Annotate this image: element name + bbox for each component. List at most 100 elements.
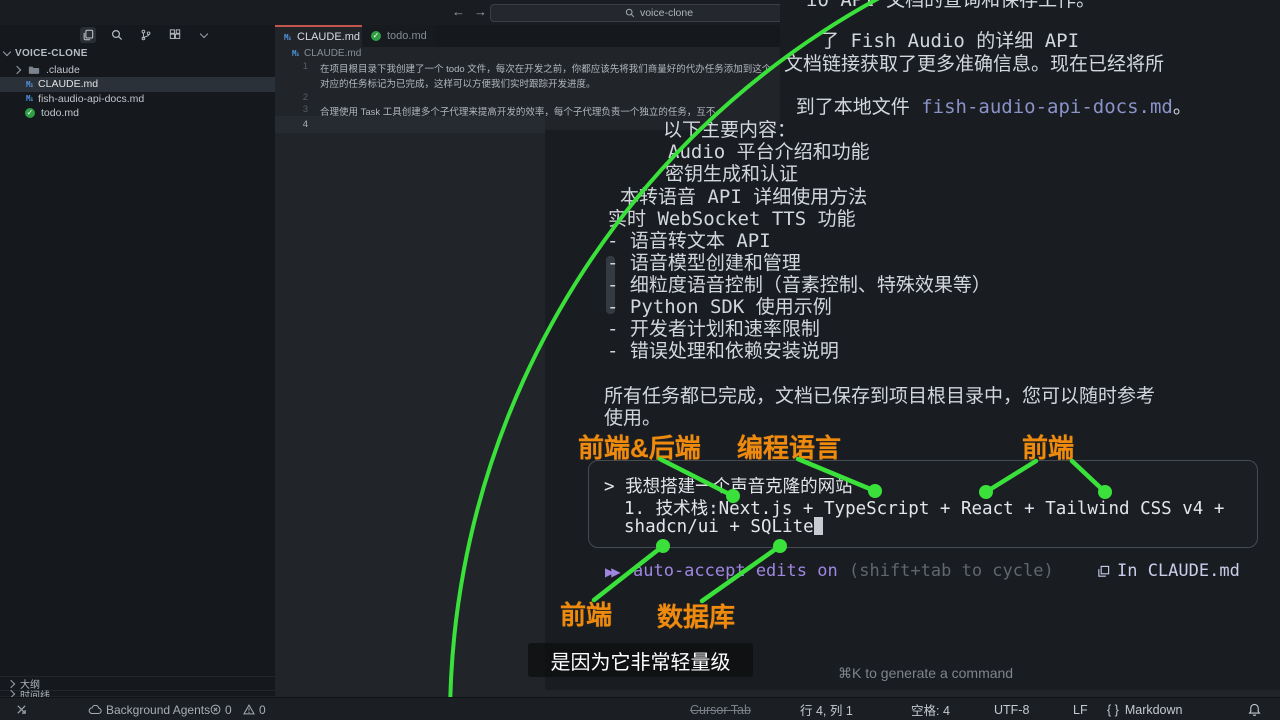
encoding-setting[interactable]: UTF-8: [994, 703, 1029, 717]
chevron-down-icon[interactable]: [196, 27, 212, 43]
project-name: VOICE-CLONE: [15, 48, 88, 59]
language-mode[interactable]: { } Markdown: [1107, 703, 1183, 717]
annotation-database: 数据库: [657, 597, 735, 634]
subtitle-text: 是因为它非常轻量级: [551, 646, 731, 675]
chat-line: - 细粒度语音控制（音素控制、特殊效果等）: [607, 275, 991, 296]
line-number: 4: [278, 119, 308, 130]
chevron-right-icon: [7, 679, 15, 687]
cursor-tab-toggle[interactable]: Cursor Tab: [690, 703, 751, 717]
chat-line: - 错误处理和依赖安装说明: [607, 341, 839, 362]
sidebar-item-claude-folder[interactable]: .claude: [0, 63, 275, 78]
sidebar-item-fish-audio-api-docs[interactable]: M↓ fish-audio-api-docs.md: [0, 92, 275, 107]
chat-line: 所有任务都已完成，文档已保存到项目根目录中，您可以随时参考: [604, 386, 1155, 407]
current-line-highlight: [275, 116, 545, 133]
chat-line: 实时 WebSocket TTS 功能: [608, 209, 856, 230]
sidebar-header-icons: [80, 27, 212, 43]
search-value: voice-clone: [640, 7, 693, 19]
file-label: CLAUDE.md: [38, 78, 98, 90]
markdown-file-icon: M↓: [26, 94, 33, 103]
tab-todo-md[interactable]: ✓ todo.md: [362, 25, 436, 47]
forward-arrow-icon[interactable]: →: [474, 4, 487, 19]
chat-line-file: 到了本地文件 fish-audio-api-docs.md。: [750, 76, 1192, 139]
context-indicator: In CLAUDE.md: [1097, 561, 1240, 581]
tab-label: todo.md: [387, 30, 427, 42]
chat-line: - 语音转文本 API: [607, 231, 771, 252]
folder-icon: [28, 65, 40, 75]
text-cursor: [814, 517, 823, 535]
indentation-setting[interactable]: 空格: 4: [911, 700, 950, 719]
chat-line: io API 文档的查询和保存工作。: [806, 0, 1095, 11]
eol-setting[interactable]: LF: [1073, 703, 1088, 717]
background-agents-item[interactable]: Background Agents: [88, 703, 210, 717]
command-search-box[interactable]: voice-clone: [490, 4, 828, 22]
chat-input-line-3[interactable]: shadcn/ui + SQLite: [624, 517, 823, 537]
chat-line: Audio 平台介绍和功能: [668, 142, 870, 163]
background-agents-label: Background Agents: [106, 703, 210, 717]
file-label: fish-audio-api-docs.md: [38, 93, 144, 105]
markdown-file-icon: M↓: [284, 33, 291, 42]
file-line-suffix: 。: [1173, 96, 1192, 118]
chat-line: - 开发者计划和速率限制: [607, 319, 820, 340]
copy-squares-icon: [1097, 565, 1110, 578]
file-line-prefix: 到了本地文件: [796, 96, 921, 118]
explorer-sidebar: [0, 25, 275, 696]
editor-line-3[interactable]: 合理使用 Task 工具创建多个子代理来提高开发的效率，每个子代理负责一个独立的…: [320, 104, 715, 118]
annotation-programming-language: 编程语言: [737, 428, 841, 465]
annotation-frontend-top: 前端: [1022, 428, 1074, 465]
editor-line-1[interactable]: 在项目根目录下我创建了一个 todo 文件，每次在开发之前，你都应该先将我们商量…: [320, 61, 771, 75]
chat-line: 以下主要内容：: [663, 120, 796, 141]
breadcrumb[interactable]: M↓ CLAUDE.md: [292, 48, 361, 59]
chat-line: - Python SDK 使用示例: [607, 297, 832, 318]
markdown-file-icon: M↓: [26, 80, 33, 89]
warning-count-value: 0: [259, 703, 266, 717]
auto-accept-mode[interactable]: auto-accept edits on: [633, 561, 838, 581]
bell-icon[interactable]: [1248, 703, 1261, 717]
editor-line-1-wrap[interactable]: 对应的任务标记为已完成，这样可以方便我们实时跟踪开发进度。: [320, 76, 596, 90]
remote-window-icon[interactable]: [16, 704, 27, 715]
file-label: todo.md: [41, 107, 79, 119]
braces-icon: { }: [1107, 703, 1119, 717]
markdown-file-icon: M↓: [292, 49, 299, 58]
sidebar-item-claude-md[interactable]: M↓ CLAUDE.md: [0, 77, 275, 92]
search-icon[interactable]: [109, 27, 125, 43]
copy-pages-icon[interactable]: [80, 27, 96, 43]
project-root-row[interactable]: VOICE-CLONE: [4, 48, 88, 59]
extensions-icon[interactable]: [167, 27, 183, 43]
auto-accept-hint: (shift+tab to cycle): [849, 561, 1054, 581]
app-window: ← → voice-clone VOICE-CLONE: [0, 0, 1280, 720]
search-icon: [625, 8, 635, 18]
breadcrumb-label: CLAUDE.md: [304, 48, 361, 59]
error-count[interactable]: 0: [210, 703, 232, 717]
check-circle-icon: ✓: [25, 108, 35, 118]
git-branch-icon[interactable]: [138, 27, 154, 43]
context-label: In CLAUDE.md: [1117, 561, 1240, 581]
warning-triangle-icon: [243, 704, 255, 715]
cloud-icon: [88, 705, 102, 715]
warning-count[interactable]: 0: [243, 703, 266, 717]
chat-line: - 语音模型创建和管理: [607, 253, 801, 274]
status-bar: Background Agents 0 0 Cursor Tab 行 4, 列 …: [0, 697, 1280, 720]
check-circle-icon: ✓: [371, 31, 381, 41]
cmdk-hint: ⌘K to generate a command: [838, 665, 1013, 682]
video-subtitle: 是因为它非常轻量级: [528, 643, 753, 677]
chat-line: 本转语音 API 详细使用方法: [620, 187, 867, 208]
sidebar-item-todo-md[interactable]: ✓ todo.md: [0, 106, 275, 121]
annotation-frontend-bottom: 前端: [560, 595, 612, 632]
auto-accept-icon: ▶▶: [605, 565, 617, 579]
language-label: Markdown: [1125, 703, 1183, 717]
line-number: 2: [278, 92, 308, 103]
line-number: 1: [278, 61, 308, 72]
cursor-position[interactable]: 行 4, 列 1: [800, 700, 853, 719]
file-label: .claude: [46, 64, 80, 76]
chevron-right-icon: [13, 66, 21, 74]
tab-label: CLAUDE.md: [297, 31, 360, 43]
error-circle-icon: [210, 704, 221, 715]
timeline-panel-header[interactable]: 时间线: [0, 690, 275, 697]
annotation-frontend-backend: 前端&后端: [578, 428, 701, 465]
error-count-value: 0: [225, 703, 232, 717]
chat-line: 文档链接获取了更多准确信息。现在已经将所: [784, 54, 1164, 75]
chevron-down-icon: [3, 48, 11, 56]
back-arrow-icon[interactable]: ←: [452, 4, 465, 19]
chat-line: 使用。: [604, 408, 661, 429]
chat-input-text: shadcn/ui + SQLite: [624, 517, 814, 537]
